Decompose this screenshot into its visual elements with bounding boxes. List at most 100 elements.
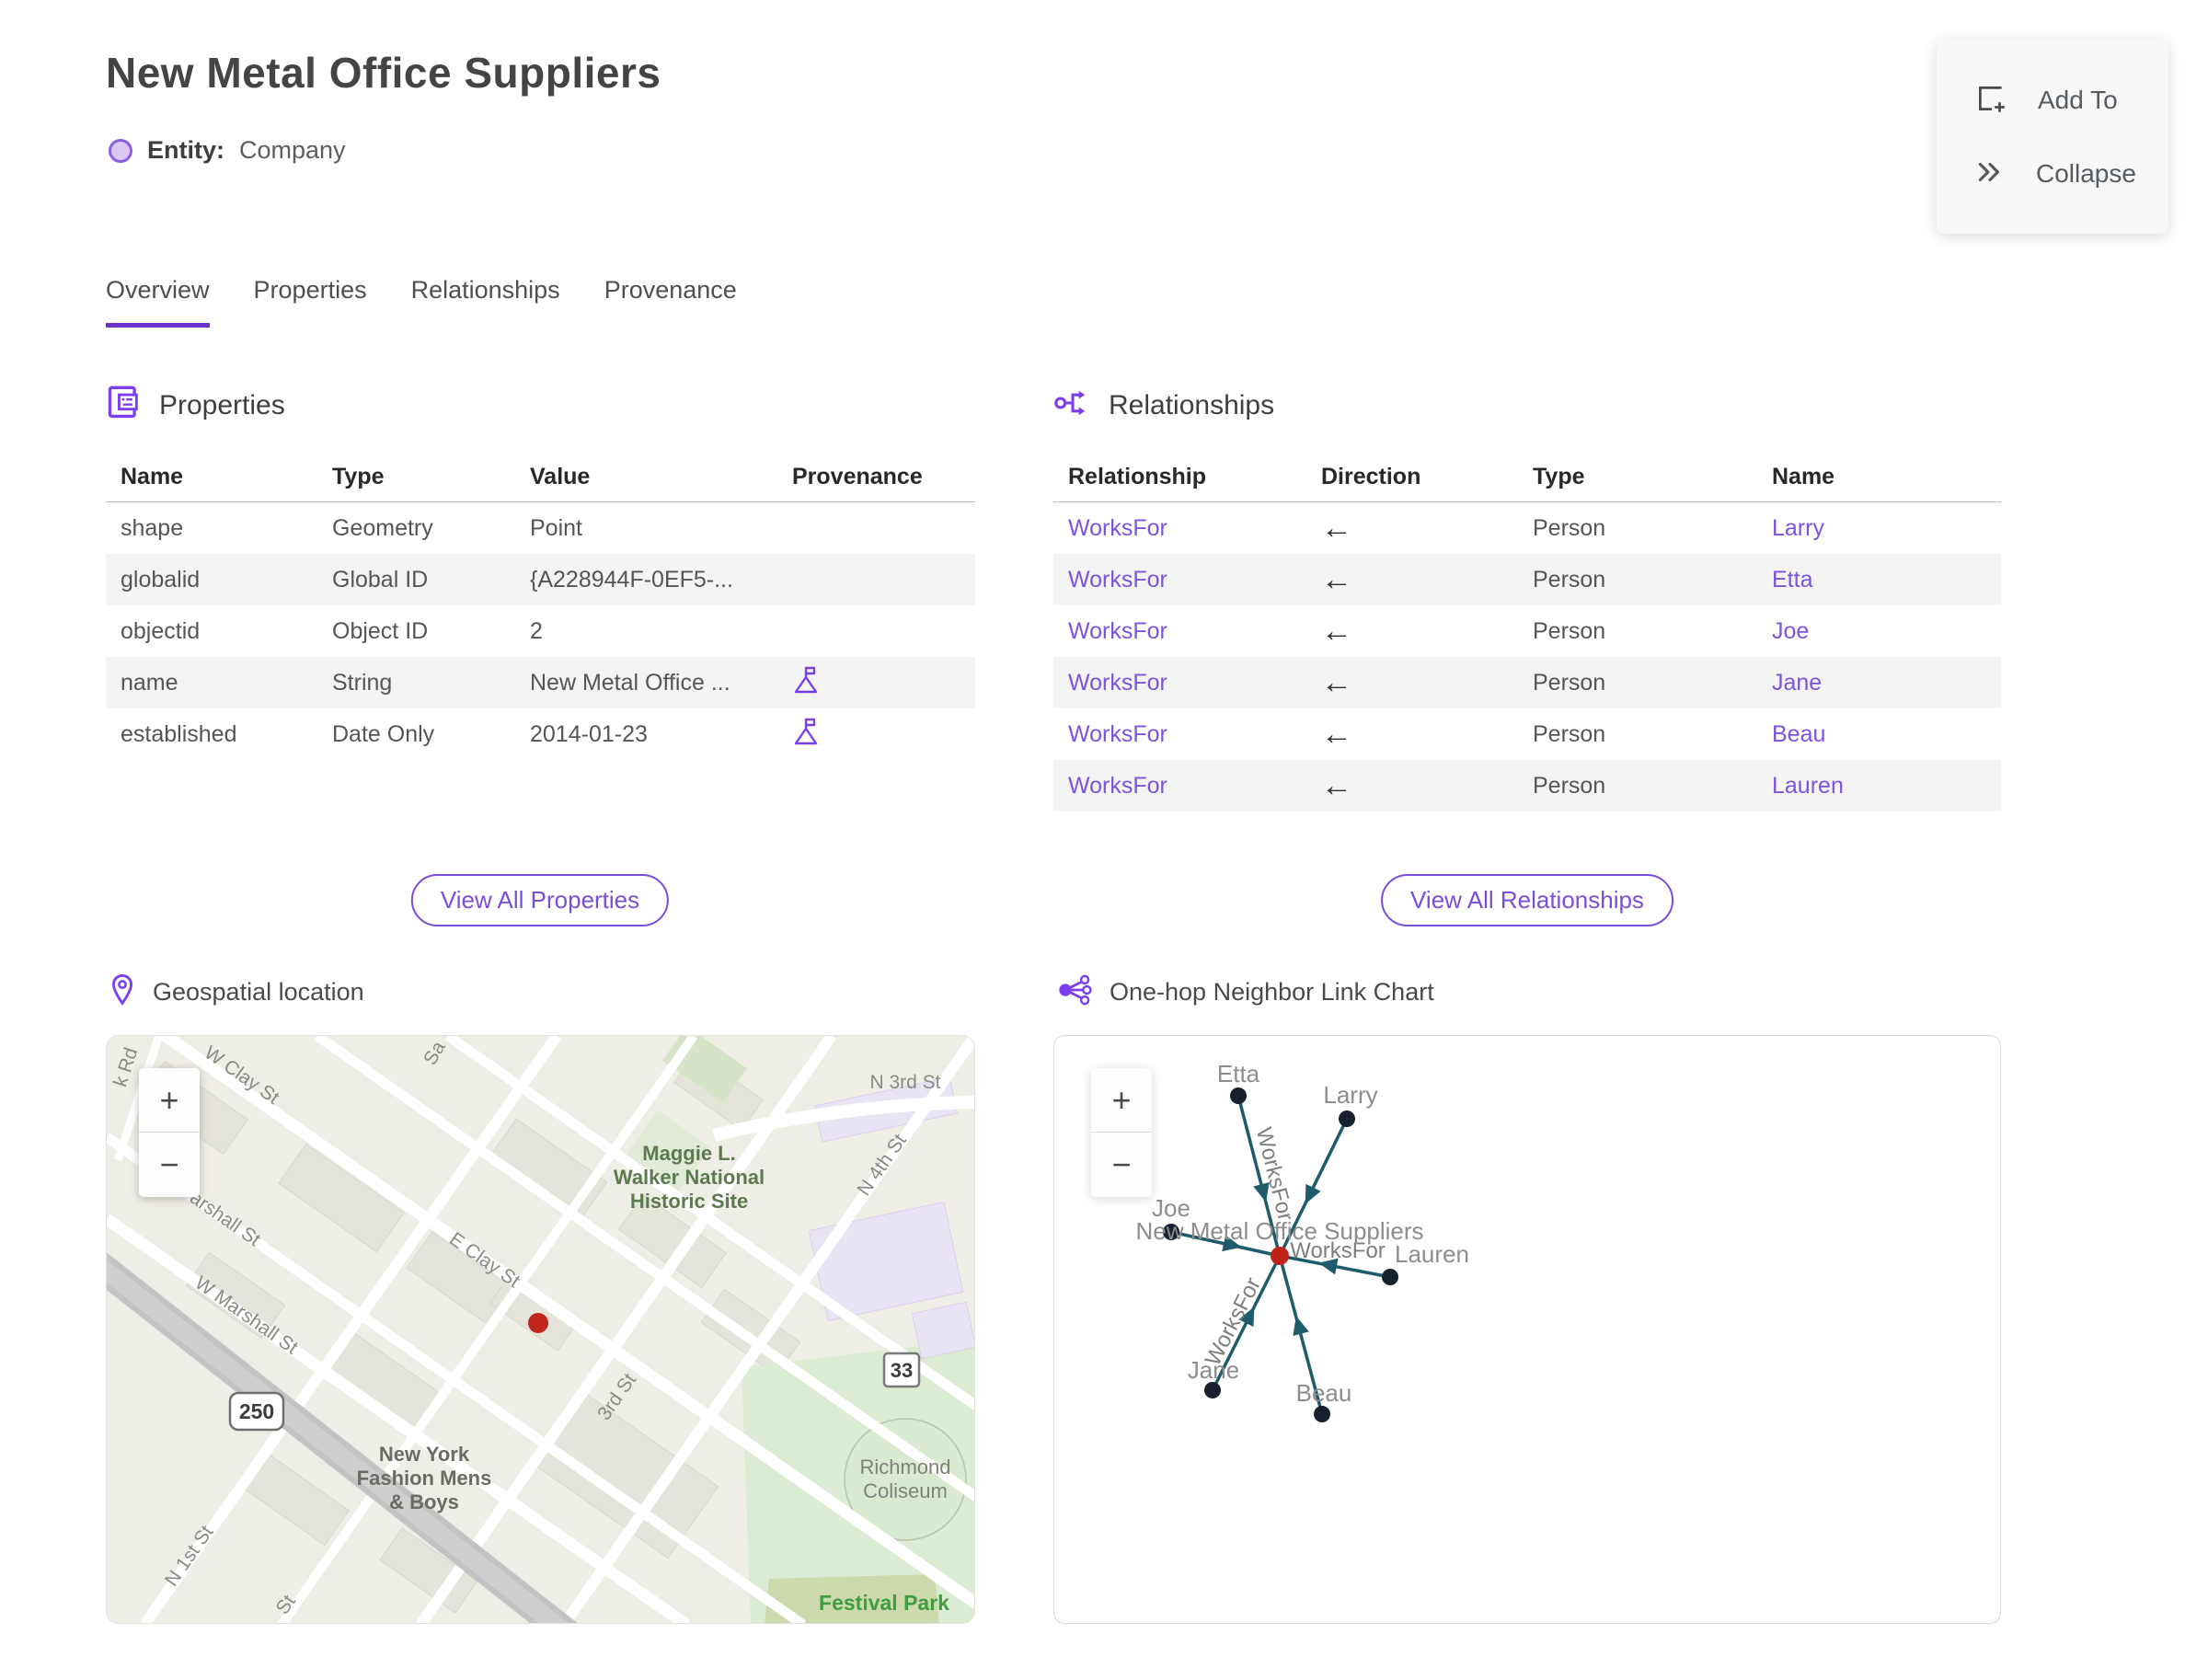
entity-link[interactable]: Joe [1772,618,1809,644]
provenance-flag-icon[interactable] [792,666,820,701]
relationship-link[interactable]: WorksFor [1068,721,1167,747]
map-zoom-control: + − [139,1068,200,1197]
chart-zoom-out-button[interactable]: − [1091,1133,1152,1197]
map-zoom-out-button[interactable]: − [139,1133,200,1197]
properties-section-header: Properties [106,385,285,426]
col-name: Name [121,464,184,489]
col-type: Type [332,464,385,489]
direction-arrow: ← [1321,719,1352,750]
map-zoom-in-button[interactable]: + [139,1068,200,1133]
tab-properties[interactable]: Properties [254,276,367,328]
link-chart-node-labels: Etta Larry Joe Lauren Jane Beau New Meta… [1135,1060,1469,1407]
page-title: New Metal Office Suppliers [106,49,661,97]
node-beau [1314,1406,1330,1422]
tab-bar: Overview Properties Relationships Proven… [106,276,781,328]
relationship-row: WorksFor ← Person Larry [1068,512,1824,544]
svg-text:Richmond: Richmond [859,1456,950,1479]
relationship-link[interactable]: WorksFor [1068,670,1167,696]
view-all-properties-button[interactable]: View All Properties [410,874,670,926]
geospatial-section-header: Geospatial location [109,973,364,1011]
col-direction: Direction [1321,464,1421,489]
tab-provenance[interactable]: Provenance [604,276,737,328]
svg-text:Larry: Larry [1323,1081,1377,1109]
svg-text:33: 33 [891,1359,913,1382]
svg-text:Historic Site: Historic Site [630,1190,748,1213]
relationships-fork-icon [1053,385,1092,426]
property-row: name String New Metal Office ... [106,657,975,708]
relationship-row: WorksFor ← Person Joe [1068,616,1810,647]
svg-text:Walker National: Walker National [614,1166,765,1189]
view-all-relationships-button[interactable]: View All Relationships [1381,874,1673,926]
add-to-button[interactable]: Add To [1937,81,2168,121]
svg-text:Coliseum: Coliseum [863,1479,948,1502]
properties-table-header: Name Type Value Provenance [106,453,975,502]
properties-section-title: Properties [159,389,285,420]
svg-text:New York: New York [379,1443,470,1466]
entity-type-icon [109,138,132,163]
properties-form-icon [106,385,143,426]
col-relationship: Relationship [1068,464,1207,489]
direction-arrow: ← [1321,564,1352,595]
col-name: Name [1772,464,1835,489]
svg-text:Festival Park: Festival Park [819,1591,949,1615]
svg-text:Jane: Jane [1188,1356,1239,1384]
chart-zoom-in-button[interactable]: + [1091,1068,1152,1133]
node-center-company [1271,1247,1289,1265]
add-to-label: Add To [2038,86,2118,114]
entity-link[interactable]: Larry [1772,515,1824,541]
chart-zoom-control: + − [1091,1068,1152,1197]
entity-badge: Entity: Company [109,136,346,165]
provenance-flag-icon[interactable] [792,718,820,753]
entity-link[interactable]: Beau [1772,721,1825,747]
tab-overview[interactable]: Overview [106,276,210,328]
relationships-table: Relationship Direction Type Name WorksFo… [1053,453,2001,811]
tab-relationships[interactable]: Relationships [411,276,560,328]
relationship-link[interactable]: WorksFor [1068,567,1167,593]
relationships-section-header: Relationships [1053,385,1274,426]
relationship-link[interactable]: WorksFor [1068,515,1167,541]
map-pin-icon [109,973,136,1011]
collapse-button[interactable]: Collapse [1937,156,2168,192]
property-row: globalid Global ID {A228944F-0EF5-... [106,554,975,605]
property-row: objectid Object ID 2 [121,617,543,644]
relationship-row: WorksFor ← Person Beau [1068,719,1826,750]
direction-arrow: ← [1321,667,1352,698]
entity-label: Entity: [147,136,224,164]
map-canvas: W Clay St arshall St W Marshall St E Cla… [107,1036,974,1623]
route-shield-250: 250 [228,1391,285,1432]
relationship-link[interactable]: WorksFor [1068,773,1167,799]
relationship-row: WorksFor ← Person Jane [1053,657,2001,708]
link-chart-canvas: WorksFor WorksFor WorksFor Etta Larry Jo… [1135,1060,1469,1422]
svg-text:N 3rd St: N 3rd St [869,1072,940,1093]
direction-arrow: ← [1321,616,1352,647]
entity-link[interactable]: Etta [1772,567,1812,593]
one-hop-link-chart[interactable]: WorksFor WorksFor WorksFor Etta Larry Jo… [1053,1035,2001,1624]
link-chart-section-header: One-hop Neighbor Link Chart [1056,973,1434,1011]
geospatial-map[interactable]: W Clay St arshall St W Marshall St E Cla… [106,1035,975,1624]
route-shield-33: 33 [882,1352,921,1388]
col-type: Type [1533,464,1585,489]
entity-detail-page: New Metal Office Suppliers Entity: Compa… [0,0,2208,1680]
col-provenance: Provenance [792,464,923,489]
relationships-section-title: Relationships [1109,389,1275,420]
entity-link[interactable]: Jane [1772,670,1822,696]
svg-text:Beau: Beau [1296,1379,1352,1407]
link-chart-icon [1056,973,1093,1011]
node-jane [1204,1382,1221,1398]
relationship-row: WorksFor ← Person Lauren [1053,760,2001,811]
property-row: shape Geometry Point [121,514,582,541]
relationship-row: WorksFor ← Person Etta [1053,554,2001,605]
col-value: Value [530,464,591,489]
svg-text:Etta: Etta [1217,1060,1260,1087]
entity-link[interactable]: Lauren [1772,773,1844,799]
node-lauren [1382,1269,1398,1285]
svg-text:Fashion Mens: Fashion Mens [357,1467,492,1490]
relationships-table-header: Relationship Direction Type Name [1053,453,2001,502]
map-location-marker[interactable] [528,1313,548,1333]
direction-arrow: ← [1321,512,1352,544]
direction-arrow: ← [1321,770,1352,801]
svg-text:& Boys: & Boys [389,1490,459,1513]
relationship-link[interactable]: WorksFor [1068,618,1167,644]
floating-action-panel: Add To Collapse [1937,39,2168,234]
geospatial-section-title: Geospatial location [153,978,364,1006]
